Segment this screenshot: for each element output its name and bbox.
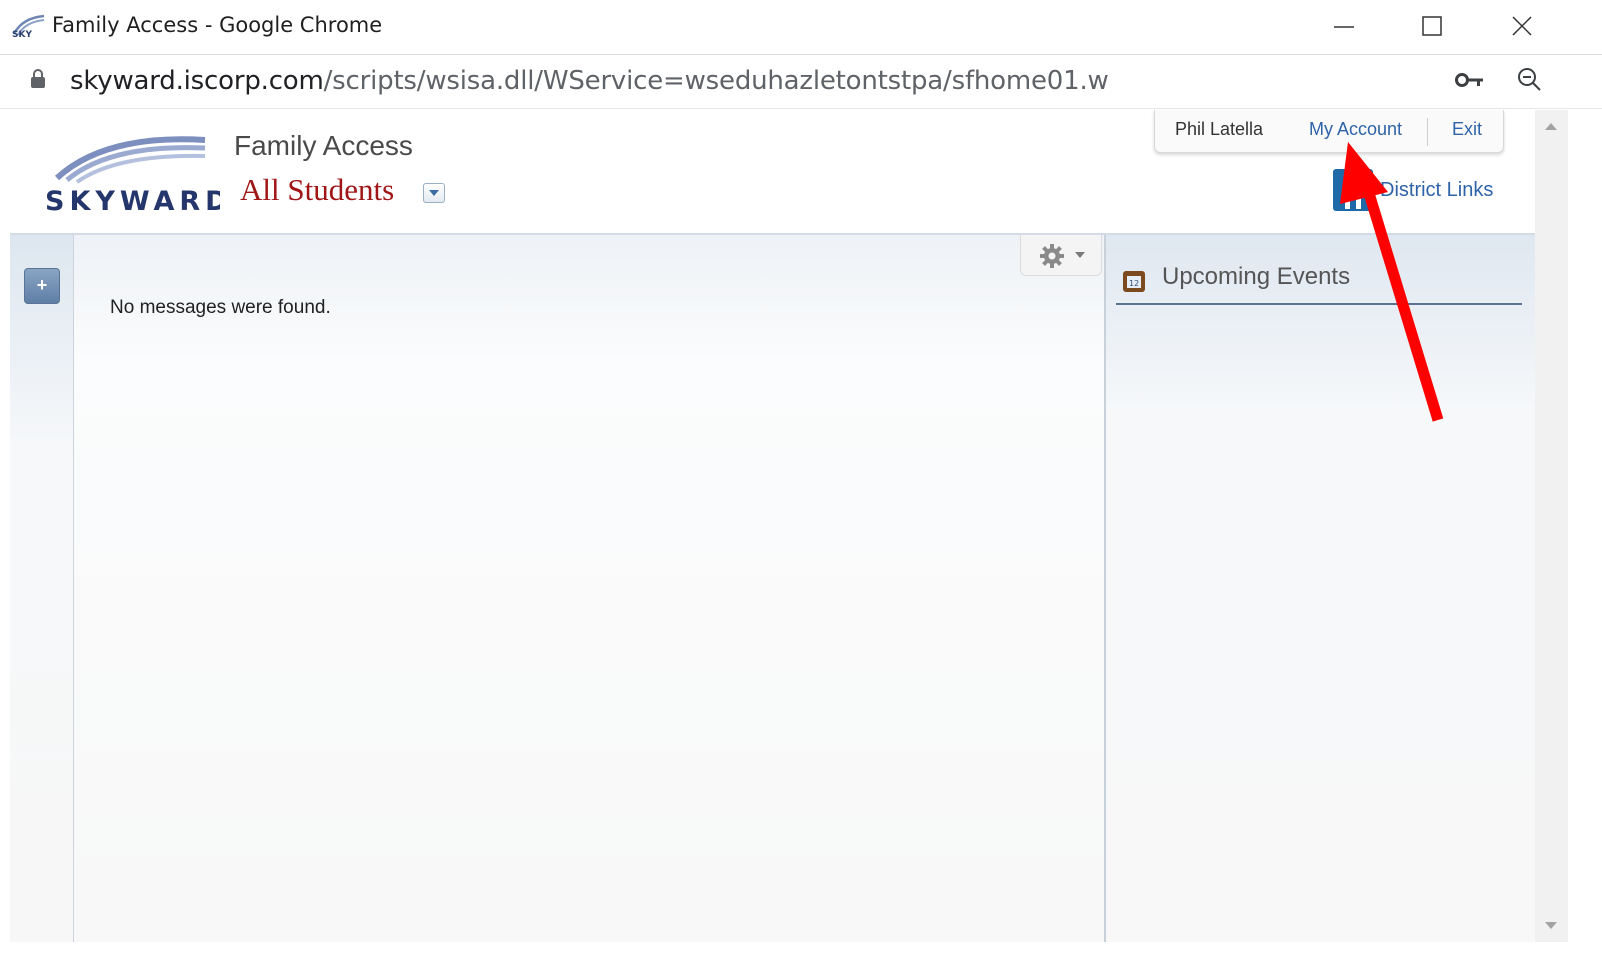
plus-icon: + bbox=[36, 275, 48, 295]
scroll-up-icon[interactable] bbox=[1545, 123, 1557, 130]
my-account-link[interactable]: My Account bbox=[1309, 119, 1402, 140]
gear-icon bbox=[1040, 244, 1064, 268]
add-button[interactable]: + bbox=[24, 268, 60, 304]
window-title: Family Access - Google Chrome bbox=[52, 13, 383, 37]
app-title: Family Access bbox=[234, 130, 413, 161]
skyward-favicon-icon: SKY bbox=[12, 14, 45, 38]
url-path: /scripts/wsisa.dll/WService=wseduhazleto… bbox=[323, 66, 1109, 96]
settings-button[interactable] bbox=[1020, 235, 1102, 276]
upcoming-events-title: Upcoming Events bbox=[1162, 263, 1351, 290]
district-links-icon[interactable] bbox=[1333, 169, 1373, 211]
upcoming-events-underline bbox=[1116, 303, 1522, 305]
page-content: SKYWARD Family Access All Students Phil … bbox=[10, 110, 1535, 942]
messages-panel: No messages were found. bbox=[74, 235, 1104, 942]
zoom-icon[interactable] bbox=[1516, 66, 1542, 92]
upcoming-events-panel: 12 Upcoming Events bbox=[1106, 235, 1535, 942]
user-menu: Phil Latella My Account Exit bbox=[1154, 110, 1504, 153]
close-button[interactable] bbox=[1500, 8, 1544, 44]
browser-title-bar: SKY Family Access - Google Chrome bbox=[0, 0, 1602, 55]
user-name: Phil Latella bbox=[1175, 119, 1264, 139]
dropdown-icon[interactable] bbox=[423, 183, 445, 203]
empty-messages-text: No messages were found. bbox=[110, 297, 331, 318]
svg-text:SKYWARD: SKYWARD bbox=[45, 186, 220, 216]
skyward-header: SKYWARD Family Access All Students Phil … bbox=[10, 110, 1535, 235]
student-selector[interactable]: All Students bbox=[240, 172, 394, 208]
maximize-icon bbox=[1422, 16, 1442, 36]
url-text[interactable]: skyward.iscorp.com/scripts/wsisa.dll/WSe… bbox=[70, 66, 1109, 96]
calendar-icon: 12 bbox=[1123, 271, 1145, 292]
chevron-down-icon bbox=[1075, 252, 1085, 258]
close-icon bbox=[1512, 16, 1532, 36]
skyward-logo: SKYWARD bbox=[45, 136, 220, 216]
key-icon[interactable] bbox=[1455, 72, 1485, 88]
minimize-icon bbox=[1334, 26, 1354, 28]
left-toolbar: + bbox=[10, 235, 74, 942]
exit-link[interactable]: Exit bbox=[1452, 119, 1482, 140]
menu-divider bbox=[1427, 118, 1428, 146]
lock-icon[interactable] bbox=[30, 69, 46, 89]
svg-text:12: 12 bbox=[1129, 279, 1139, 288]
vertical-scrollbar[interactable] bbox=[1535, 110, 1568, 942]
url-host: skyward.iscorp.com bbox=[70, 66, 324, 96]
maximize-button[interactable] bbox=[1410, 8, 1454, 44]
minimize-button[interactable] bbox=[1322, 8, 1366, 44]
district-links-link[interactable]: District Links bbox=[1380, 179, 1493, 202]
scroll-down-icon[interactable] bbox=[1545, 922, 1557, 929]
svg-text:SKY: SKY bbox=[12, 30, 32, 38]
